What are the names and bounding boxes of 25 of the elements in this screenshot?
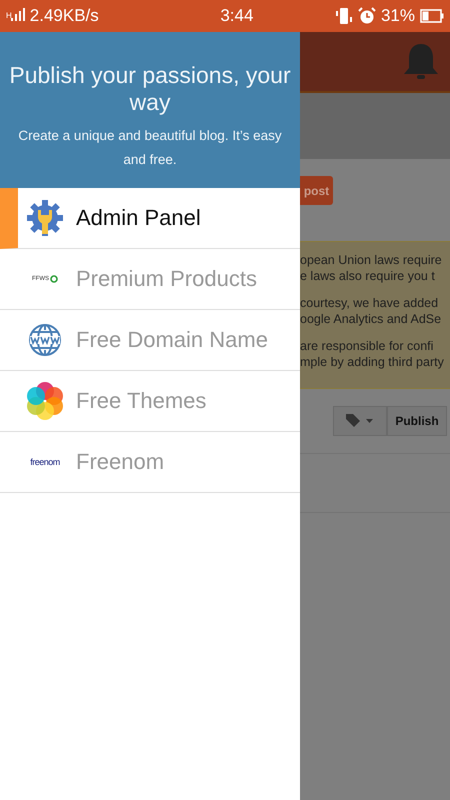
publish-button[interactable]: Publish <box>387 406 447 436</box>
vibrate-icon <box>334 7 353 25</box>
new-post-button[interactable]: post <box>300 176 333 205</box>
gear-wrench-icon <box>26 199 64 237</box>
notice-paragraph: are responsible for confi mple by adding third party <box>300 338 445 370</box>
network-speed: 2.49KB/s <box>30 6 99 26</box>
alarm-icon <box>358 7 376 25</box>
logo-text: freenom <box>30 457 60 467</box>
drawer-item[interactable]: freenom Freenom <box>0 432 300 493</box>
drawer-subtitle: Create a unique and beautiful blog. It’s easy and free. <box>17 127 283 169</box>
drawer-item[interactable]: Free Domain Name <box>0 310 300 371</box>
notice-paragraph: opean Union laws require e laws also require you t <box>300 252 443 284</box>
drawer-item[interactable]: Admin Panel <box>0 188 300 249</box>
color-petals-icon <box>26 382 64 420</box>
ring-icon <box>50 275 58 283</box>
drawer-item[interactable]: Free Themes <box>0 371 300 432</box>
notice-paragraph: courtesy, we have added oogle Analytics and AdSe <box>300 295 442 327</box>
battery-percent: 31% <box>380 6 415 26</box>
tag-button[interactable] <box>333 406 387 436</box>
clock: 3:44 <box>220 6 254 26</box>
globe-icon <box>28 323 62 357</box>
tag-icon <box>345 412 375 426</box>
battery-icon <box>420 9 444 23</box>
network-type: H <box>6 10 12 20</box>
drawer-title: Publish your passions, your way <box>8 62 292 116</box>
